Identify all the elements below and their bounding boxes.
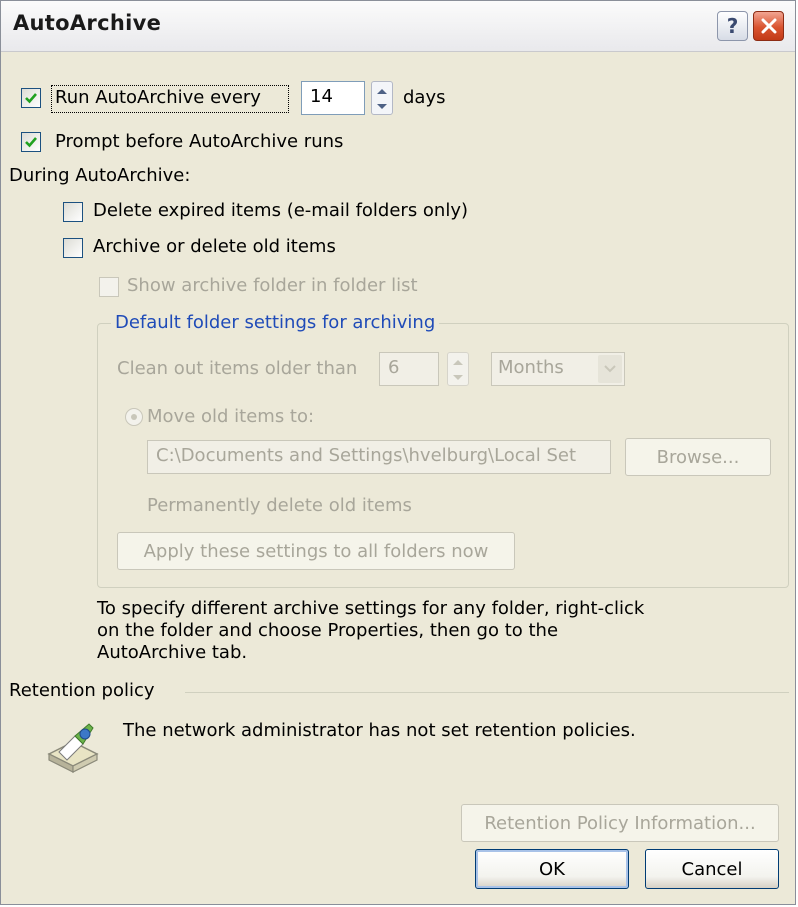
checkmark-icon xyxy=(25,137,37,148)
close-icon xyxy=(761,18,776,34)
age-unit-dropdown[interactable]: Months xyxy=(491,352,625,386)
retention-message: The network administrator has not set re… xyxy=(123,720,636,741)
chevron-down-icon[interactable] xyxy=(598,355,622,383)
during-autoarchive-label: During AutoArchive: xyxy=(9,165,191,186)
apply-settings-button[interactable]: Apply these settings to all folders now xyxy=(117,532,515,570)
retention-policy-info-button[interactable]: Retention Policy Information... xyxy=(461,804,779,842)
help-button[interactable]: ? xyxy=(717,11,748,41)
help-icon: ? xyxy=(726,14,739,38)
info-line-2: on the folder and choose Properties, the… xyxy=(97,620,559,641)
retention-policy-icon xyxy=(45,720,101,776)
browse-button[interactable]: Browse... xyxy=(625,438,771,476)
spin-up-icon[interactable] xyxy=(373,83,391,98)
spin-down-icon[interactable] xyxy=(449,370,467,385)
title-bar[interactable]: AutoArchive ? xyxy=(1,1,795,52)
permanently-delete-label[interactable]: Permanently delete old items xyxy=(147,495,412,517)
folder-settings-info: To specify different archive settings fo… xyxy=(97,598,747,664)
close-button[interactable] xyxy=(753,11,784,41)
age-spinner[interactable] xyxy=(447,352,469,386)
days-label: days xyxy=(403,87,446,108)
cancel-button[interactable]: Cancel xyxy=(645,849,779,889)
autoarchive-dialog: AutoArchive ? Run AutoArchive every 14 d… xyxy=(0,0,796,905)
age-unit-value: Months xyxy=(498,357,564,378)
age-input[interactable]: 6 xyxy=(379,352,439,386)
clean-out-label: Clean out items older than xyxy=(117,358,358,379)
retention-separator xyxy=(185,692,789,693)
checkmark-icon xyxy=(25,93,37,104)
days-input[interactable]: 14 xyxy=(301,81,365,115)
move-old-items-label[interactable]: Move old items to: xyxy=(147,406,314,428)
default-folder-settings-legend: Default folder settings for archiving xyxy=(111,312,440,334)
retention-policy-legend: Retention policy xyxy=(9,680,155,701)
days-spinner[interactable] xyxy=(371,81,393,115)
run-autoarchive-label[interactable]: Run AutoArchive every xyxy=(55,87,261,109)
spin-up-icon[interactable] xyxy=(449,354,467,369)
dialog-body: Run AutoArchive every 14 days Prompt bef… xyxy=(1,52,795,904)
archive-old-checkbox[interactable] xyxy=(63,238,83,258)
archive-old-label[interactable]: Archive or delete old items xyxy=(93,236,336,258)
delete-expired-label[interactable]: Delete expired items (e-mail folders onl… xyxy=(93,200,468,222)
delete-expired-checkbox[interactable] xyxy=(63,202,83,222)
show-archive-folder-label[interactable]: Show archive folder in folder list xyxy=(127,275,418,297)
archive-path-input[interactable]: C:\Documents and Settings\hvelburg\Local… xyxy=(147,440,611,474)
run-autoarchive-checkbox[interactable] xyxy=(21,88,41,108)
show-archive-folder-checkbox[interactable] xyxy=(99,277,119,297)
prompt-label[interactable]: Prompt before AutoArchive runs xyxy=(55,131,343,153)
info-line-3: AutoArchive tab. xyxy=(97,642,248,663)
dialog-title: AutoArchive xyxy=(13,11,162,35)
spin-down-icon[interactable] xyxy=(373,99,391,114)
info-line-1: To specify different archive settings fo… xyxy=(97,598,645,619)
ok-button[interactable]: OK xyxy=(475,849,629,889)
move-old-items-radio[interactable] xyxy=(125,408,143,426)
prompt-checkbox[interactable] xyxy=(21,132,41,152)
